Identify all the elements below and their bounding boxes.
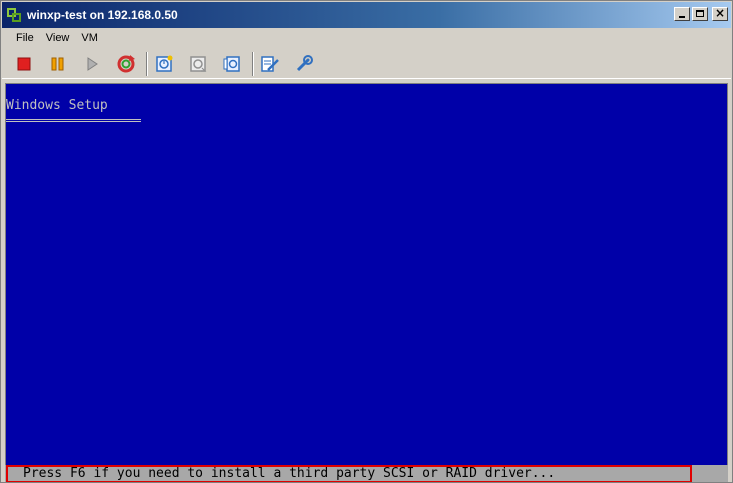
toolbar-separator (146, 51, 148, 76)
menu-view[interactable]: View (40, 29, 76, 47)
stop-icon (17, 57, 31, 70)
window-title: winxp-test on 192.168.0.50 (27, 8, 178, 22)
minimize-icon (679, 16, 685, 18)
pause-icon (51, 57, 64, 70)
reset-button[interactable] (112, 50, 140, 78)
maximize-button[interactable] (692, 7, 708, 21)
setup-title-underline (6, 119, 141, 122)
toolbar-separator (252, 51, 254, 76)
vm-console-window: winxp-test on 192.168.0.50 × File View V… (0, 0, 733, 483)
revert-snapshot-button[interactable] (184, 50, 212, 78)
play-icon (87, 56, 98, 71)
edit-settings-button[interactable] (256, 50, 284, 78)
setup-title: Windows Setup (6, 98, 108, 113)
snapshot-revert-icon (190, 55, 207, 72)
suspend-button[interactable] (44, 50, 72, 78)
menu-file[interactable]: File (2, 29, 40, 47)
vmware-logo-icon (7, 7, 22, 23)
toolbar (2, 49, 731, 79)
menu-vm[interactable]: VM (75, 29, 104, 47)
edit-settings-icon (261, 55, 279, 72)
status-message: Press F6 if you need to install a third … (23, 466, 556, 481)
maximize-icon (696, 10, 704, 17)
reset-icon (117, 54, 135, 72)
window-controls: × (674, 6, 728, 21)
snapshot-manager-icon (223, 55, 240, 72)
vm-tools-icon (296, 54, 313, 71)
title-bar[interactable]: winxp-test on 192.168.0.50 × (2, 2, 731, 28)
power-on-button[interactable] (78, 50, 106, 78)
minimize-button[interactable] (674, 7, 690, 21)
snapshot-manager-button[interactable] (218, 50, 246, 78)
vm-tools-button[interactable] (290, 50, 318, 78)
close-icon: × (714, 6, 726, 20)
power-off-button[interactable] (10, 50, 38, 78)
take-snapshot-button[interactable] (150, 50, 178, 78)
vm-console-screen[interactable]: Windows Setup (5, 83, 728, 466)
menu-bar: File View VM (2, 29, 731, 47)
close-button[interactable]: × (712, 6, 728, 21)
setup-status-line: Press F6 if you need to install a third … (5, 465, 728, 482)
snapshot-take-icon (156, 55, 173, 72)
